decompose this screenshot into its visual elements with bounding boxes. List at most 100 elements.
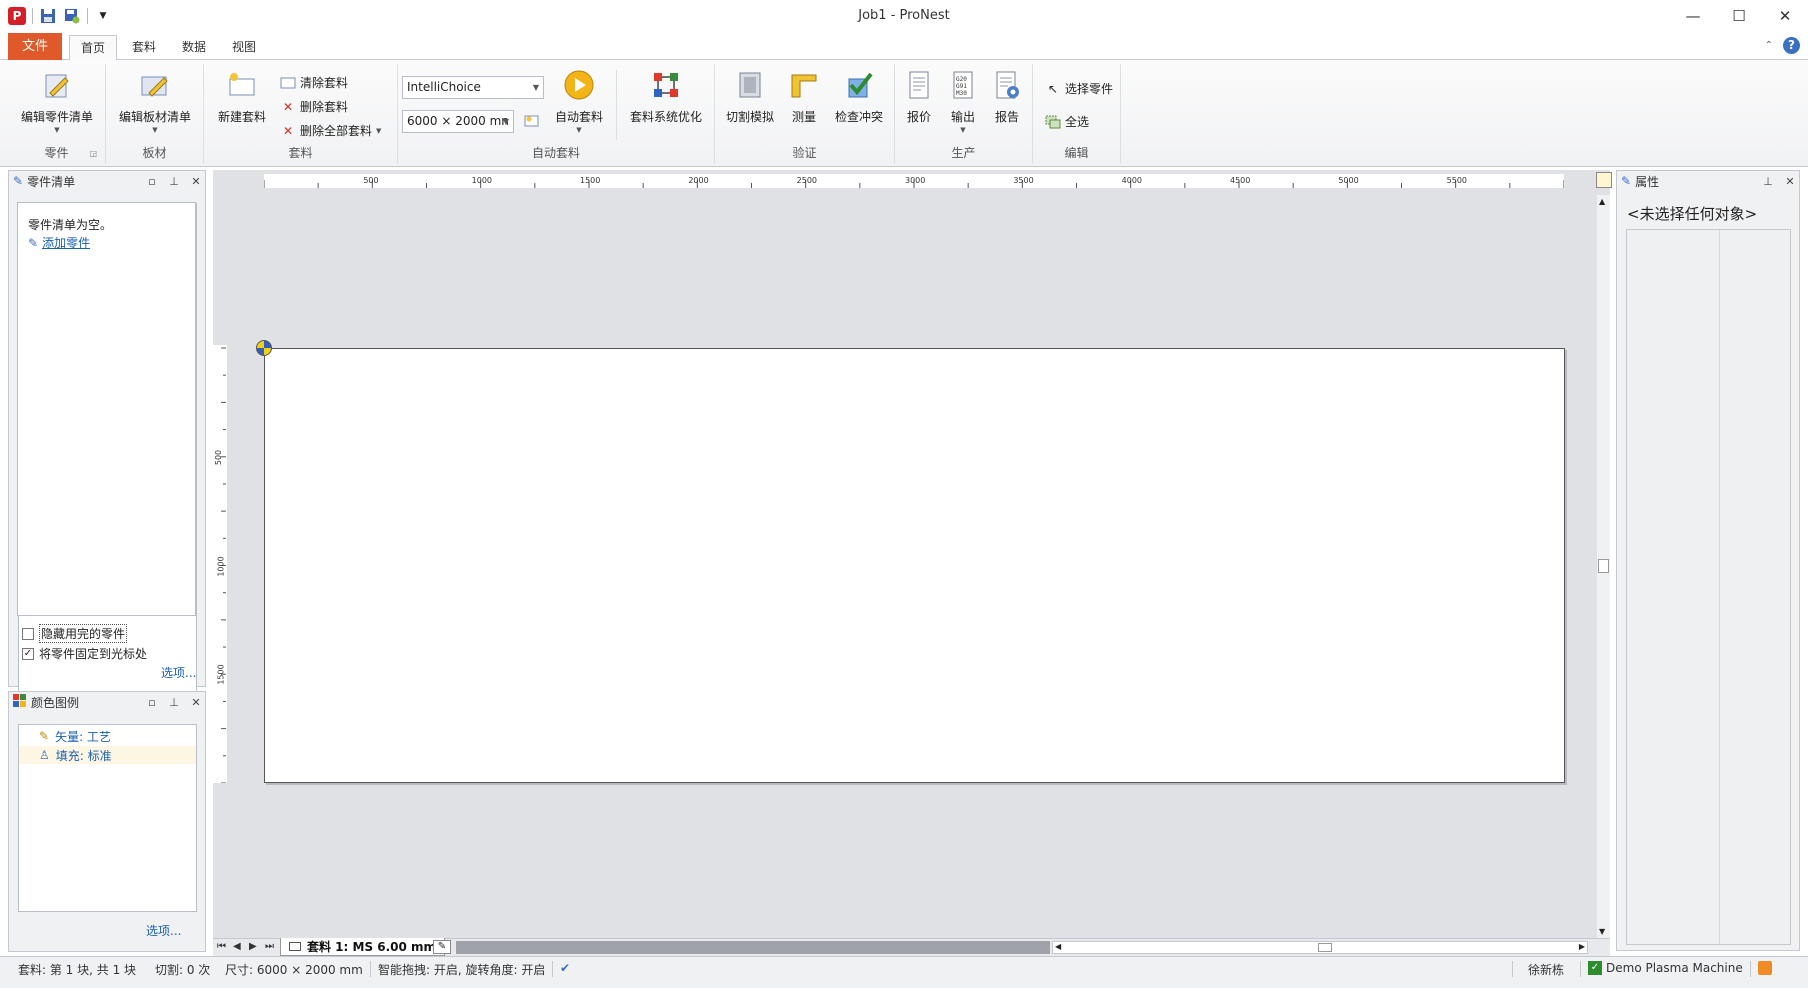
edit-part-list-label: 编辑零件清单 (20, 110, 93, 124)
close-panel-icon[interactable]: ✕ (1781, 175, 1799, 188)
part-list-options-link[interactable]: 选项... (161, 664, 196, 681)
part-list-icon: ✎ (13, 174, 24, 188)
tab-file[interactable]: 文件 (8, 33, 62, 60)
group-label-production: 生产 (951, 146, 976, 160)
svg-text:G20: G20 (956, 76, 967, 83)
group-label-verify: 验证 (792, 146, 817, 160)
float-panel-icon[interactable]: ▫ (143, 175, 161, 188)
ribbon: 编辑零件清单 ▼ 零件 ◲ 编辑板材清单 ▼ 板材 新建套料 清除套料 ✕ 删除… (0, 60, 1808, 167)
plate-size-combo[interactable]: 6000 × 2000 mn ▼ (402, 110, 514, 133)
scroll-right-icon[interactable]: ▶ (1579, 942, 1585, 951)
group-label-auto-nest: 自动套料 (531, 146, 580, 160)
tab-view[interactable]: 视图 (222, 35, 266, 61)
status-bar: 套料: 第 1 块, 共 1 块 切割: 0 次 尺寸: 6000 × 2000… (0, 956, 1808, 988)
dropdown-arrow-icon[interactable]: ▼ (376, 127, 381, 135)
properties-title: 属性 (1635, 174, 1660, 189)
close-button[interactable]: ✕ (1762, 0, 1808, 32)
close-panel-icon[interactable]: ✕ (187, 175, 205, 188)
fix-to-cursor-checkbox[interactable]: ✓ 将零件固定到光标处 (22, 645, 147, 662)
nest-tab-label: 套料 1: MS 6.00 mm (307, 940, 437, 954)
vertical-scrollbar[interactable]: ▲ ▼ (1597, 195, 1610, 938)
group-label-nesting: 套料 (288, 146, 313, 160)
add-nest-tab-icon[interactable]: ✎ (433, 940, 451, 954)
tab-nest[interactable]: 套料 (122, 35, 166, 61)
pin-icon[interactable]: ⊥ (1759, 175, 1777, 188)
fix-to-cursor-checkbox-box[interactable]: ✓ (22, 647, 34, 660)
new-nest-button[interactable]: 新建套料 (206, 68, 278, 125)
edit-plate-list-button[interactable]: 编辑板材清单 ▼ (110, 68, 200, 134)
add-part-icon: ✎ (28, 235, 39, 250)
scroll-left-icon[interactable]: ◀ (1055, 942, 1061, 951)
strategy-combo[interactable]: IntelliChoice ▼ (402, 76, 544, 99)
collapse-ribbon-icon[interactable]: ⌃ (1765, 40, 1773, 51)
maximize-button[interactable]: ☐ (1716, 0, 1762, 32)
dialog-launcher-icon[interactable]: ◲ (89, 149, 97, 158)
close-panel-icon[interactable]: ✕ (187, 696, 205, 709)
help-icon[interactable]: ? (1783, 37, 1800, 54)
status-separator (1750, 961, 1751, 977)
minimize-button[interactable]: — (1670, 0, 1716, 32)
tab-home[interactable]: 首页 (69, 35, 117, 61)
nest-tab-1[interactable]: 套料 1: MS 6.00 mm (280, 938, 446, 956)
tab-strip-filler (456, 941, 1050, 954)
plate-sheet[interactable] (264, 348, 1565, 783)
rss-icon[interactable] (1758, 961, 1772, 978)
scroll-up-icon[interactable]: ▲ (1599, 197, 1605, 206)
prev-nest-icon[interactable]: ◀ (233, 941, 241, 952)
pin-icon[interactable]: ⊥ (165, 696, 183, 709)
check-collision-icon (842, 68, 876, 102)
measure-button[interactable]: 测量 (781, 68, 827, 125)
scroll-thumb[interactable] (1598, 559, 1609, 573)
legend-vector-row[interactable]: ✎ 矢量: 工艺 (19, 727, 196, 745)
clear-nest-button[interactable]: 清除套料 (280, 74, 348, 91)
pin-icon[interactable]: ⊥ (165, 175, 183, 188)
auto-nest-play-icon (562, 68, 596, 102)
horizontal-scrollbar[interactable]: ◀ ▶ (1052, 941, 1588, 954)
ribbon-tab-bar: 文件 首页 套料 数据 视图 ⌃ ? (0, 32, 1808, 61)
quote-button[interactable]: 报价 (897, 68, 941, 125)
ruler-label: 1000 (216, 555, 226, 577)
auto-nest-button[interactable]: 自动套料 ▼ (544, 68, 614, 134)
delete-nest-button[interactable]: ✕ 删除套料 (280, 98, 348, 115)
select-all-button[interactable]: 全选 (1045, 113, 1089, 130)
last-nest-icon[interactable]: ⏭ (265, 941, 274, 952)
first-nest-icon[interactable]: ⏮ (217, 941, 226, 952)
next-nest-icon[interactable]: ▶ (249, 941, 257, 952)
scroll-thumb[interactable] (1318, 943, 1332, 952)
measure-label: 测量 (791, 110, 816, 124)
properties-panel-header: ✎ 属性 ⊥ ✕ (1617, 171, 1799, 191)
origin-marker-icon[interactable] (256, 340, 272, 356)
status-check-icon[interactable]: ✔ (560, 961, 570, 975)
view-toggle-icon[interactable] (1596, 172, 1612, 188)
hide-used-checkbox-box[interactable] (22, 627, 34, 640)
float-panel-icon[interactable]: ▫ (143, 696, 161, 709)
dropdown-arrow-icon: ▼ (54, 126, 60, 134)
ruler-label: 4000 (1121, 176, 1143, 185)
select-all-label: 全选 (1065, 115, 1090, 129)
delete-all-nests-button[interactable]: ✕ 删除全部套料 ▼ (280, 122, 381, 139)
cut-simulation-button[interactable]: 切割模拟 (719, 68, 781, 125)
optimize-nest-button[interactable]: 套料系统优化 (620, 68, 712, 125)
edit-part-list-icon (40, 68, 74, 102)
legend-fill-row[interactable]: ♙ 填充: 标准 (19, 746, 196, 764)
scroll-down-icon[interactable]: ▼ (1599, 927, 1605, 936)
color-legend-options-link[interactable]: 选项... (146, 922, 181, 939)
group-parts: 编辑零件清单 ▼ 零件 ◲ (8, 64, 106, 164)
machine-icon: ✓ (1588, 961, 1602, 975)
report-button[interactable]: 报告 (985, 68, 1029, 125)
select-part-button[interactable]: ↖ 选择零件 (1045, 80, 1113, 97)
ruler-label: 5500 (1446, 176, 1468, 185)
status-user: 徐新栋 (1528, 963, 1565, 977)
plate-settings-icon[interactable] (524, 114, 540, 131)
status-machine[interactable]: ✓ Demo Plasma Machine (1588, 961, 1743, 975)
ruler-label: 4500 (1230, 176, 1251, 185)
output-button[interactable]: G20 G91 M30 输出 ▼ (941, 68, 985, 134)
check-collision-button[interactable]: 检查冲突 (827, 68, 891, 125)
properties-panel: ✎ 属性 ⊥ ✕ <未选择任何对象> (1616, 170, 1800, 951)
hide-used-parts-checkbox[interactable]: 隐藏用完的零件 (22, 624, 128, 643)
status-separator (1512, 961, 1513, 977)
add-part-link[interactable]: ✎ 添加零件 (28, 234, 90, 251)
tab-data[interactable]: 数据 (172, 35, 216, 61)
edit-part-list-button[interactable]: 编辑零件清单 ▼ (12, 68, 102, 134)
group-label-edit: 编辑 (1064, 146, 1089, 160)
